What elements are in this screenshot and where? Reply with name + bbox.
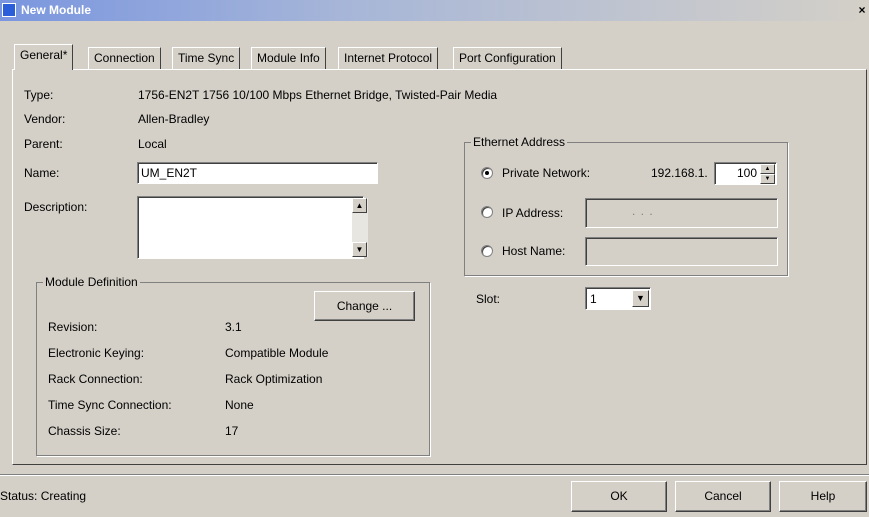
parent-value: Local — [138, 137, 167, 151]
revision-label: Revision: — [48, 320, 98, 334]
window-title: New Module — [21, 3, 92, 17]
title-bar[interactable]: New Module × — [0, 0, 869, 21]
chassis-size-label: Chassis Size: — [48, 424, 121, 438]
type-value: 1756-EN2T 1756 10/100 Mbps Ethernet Brid… — [138, 88, 498, 102]
status-text: Status: Creating — [0, 489, 87, 503]
cancel-button[interactable]: Cancel — [675, 481, 771, 512]
description-label: Description: — [24, 200, 88, 214]
module-definition-title: Module Definition — [43, 275, 140, 289]
name-input[interactable] — [137, 162, 378, 184]
ok-button[interactable]: OK — [571, 481, 667, 512]
tab-module-info[interactable]: Module Info — [251, 47, 326, 69]
slot-dropdown[interactable]: 1 ▼ — [585, 287, 651, 310]
private-network-prefix: 192.168.1. — [651, 166, 708, 180]
tab-general[interactable]: General* — [14, 44, 74, 70]
ethernet-address-title: Ethernet Address — [471, 135, 568, 149]
description-scrollbar[interactable]: ▲ ▼ — [352, 198, 368, 257]
spin-up-icon[interactable]: ▲ — [760, 164, 775, 174]
scroll-down-icon[interactable]: ▼ — [352, 242, 367, 257]
vendor-value: Allen-Bradley — [138, 112, 210, 126]
chevron-down-icon[interactable]: ▼ — [632, 290, 649, 307]
ip-address-label: IP Address: — [502, 206, 564, 220]
tab-internet-protocol[interactable]: Internet Protocol — [338, 47, 439, 69]
tab-time-sync[interactable]: Time Sync — [172, 47, 241, 69]
close-button[interactable]: × — [855, 3, 869, 18]
time-sync-connection-value: None — [225, 398, 254, 412]
spin-down-icon[interactable]: ▼ — [760, 174, 775, 184]
chassis-size-value: 17 — [225, 424, 239, 438]
electronic-keying-value: Compatible Module — [225, 346, 329, 360]
private-network-radio[interactable] — [481, 167, 493, 179]
host-name-radio[interactable] — [481, 245, 493, 257]
vendor-label: Vendor: — [24, 112, 66, 126]
type-label: Type: — [24, 88, 54, 102]
slot-label: Slot: — [476, 292, 501, 306]
slot-value: 1 — [590, 292, 597, 306]
rack-connection-value: Rack Optimization — [225, 372, 323, 386]
private-network-octet-value: 100 — [736, 166, 757, 180]
private-network-octet-spinner[interactable]: 100 ▲ ▼ — [714, 162, 777, 185]
change-button[interactable]: Change ... — [314, 291, 415, 321]
tab-connection[interactable]: Connection — [88, 47, 161, 69]
ip-address-field[interactable]: . . . — [585, 198, 778, 228]
name-label: Name: — [24, 166, 60, 180]
footer-divider — [0, 474, 869, 476]
scroll-up-icon[interactable]: ▲ — [352, 198, 367, 213]
ip-address-radio[interactable] — [481, 206, 493, 218]
revision-value: 3.1 — [225, 320, 242, 334]
host-name-field[interactable] — [585, 237, 778, 266]
time-sync-connection-label: Time Sync Connection: — [48, 398, 172, 412]
description-textarea[interactable] — [137, 196, 364, 259]
ip-address-dots: . . . — [632, 204, 654, 218]
parent-label: Parent: — [24, 137, 63, 151]
electronic-keying-label: Electronic Keying: — [48, 346, 145, 360]
rack-connection-label: Rack Connection: — [48, 372, 143, 386]
tab-port-configuration[interactable]: Port Configuration — [453, 47, 562, 69]
host-name-label: Host Name: — [502, 244, 566, 258]
window-icon — [2, 3, 16, 17]
private-network-label: Private Network: — [502, 166, 591, 180]
help-button[interactable]: Help — [779, 481, 867, 512]
